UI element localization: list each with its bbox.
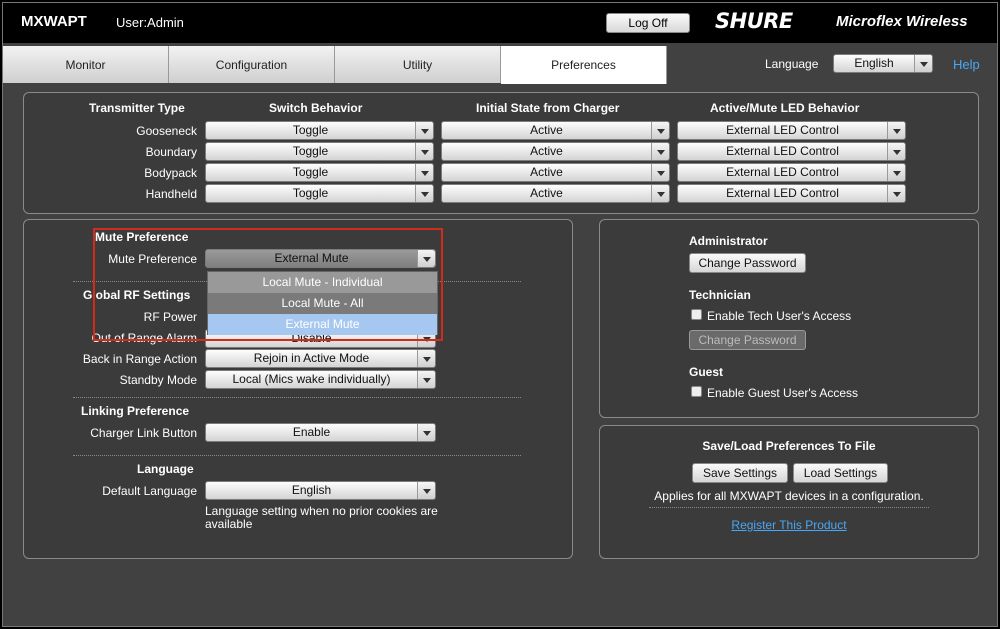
- enable-guest-label: Enable Guest User's Access: [707, 386, 859, 400]
- chevron-down-icon: [417, 350, 435, 367]
- guest-heading: Guest: [689, 365, 724, 379]
- divider: [73, 397, 521, 398]
- save-load-heading: Save/Load Preferences To File: [702, 439, 876, 453]
- chevron-down-icon: [887, 122, 905, 139]
- initial-state-select[interactable]: Active: [441, 184, 670, 203]
- language-heading: Language: [137, 462, 194, 476]
- enable-guest-checkbox[interactable]: [691, 386, 702, 397]
- chevron-down-icon: [914, 55, 932, 72]
- back-in-range-select[interactable]: Rejoin in Active Mode: [205, 349, 436, 368]
- select-value: Enable: [292, 425, 331, 439]
- initial-state-select[interactable]: Active: [441, 163, 670, 182]
- select-value: Toggle: [292, 144, 329, 158]
- chevron-down-icon: [887, 185, 905, 202]
- select-value: Active: [530, 144, 563, 158]
- col-header-initial-state: Initial State from Charger: [476, 101, 620, 115]
- led-behavior-select[interactable]: External LED Control: [677, 163, 906, 182]
- switch-behavior-select[interactable]: Toggle: [205, 184, 434, 203]
- standby-mode-select[interactable]: Local (Mics wake individually): [205, 370, 436, 389]
- chevron-down-icon: [651, 164, 669, 181]
- select-value: English: [291, 483, 332, 497]
- chevron-down-icon: [415, 164, 433, 181]
- tech-change-password-button[interactable]: Change Password: [689, 330, 806, 350]
- transmitter-type-label: Gooseneck: [136, 124, 197, 138]
- tab-configuration[interactable]: Configuration: [169, 46, 335, 83]
- chevron-down-icon: [651, 185, 669, 202]
- help-link[interactable]: Help: [953, 57, 980, 72]
- select-value: Active: [530, 123, 563, 137]
- save-settings-button[interactable]: Save Settings: [692, 463, 788, 483]
- technician-heading: Technician: [689, 288, 751, 302]
- language-select-value: English: [854, 56, 894, 70]
- transmitter-type-label: Handheld: [145, 187, 197, 201]
- user-label: User:Admin: [116, 15, 184, 30]
- default-language-label: Default Language: [102, 484, 197, 498]
- app-window: MXWAPT User:Admin Log Off SHURE Microfle…: [2, 2, 998, 627]
- chevron-down-icon: [415, 143, 433, 160]
- initial-state-select[interactable]: Active: [441, 121, 670, 140]
- divider: [649, 507, 929, 508]
- admin-change-password-button[interactable]: Change Password: [689, 253, 806, 273]
- chevron-down-icon: [417, 424, 435, 441]
- select-value: External LED Control: [726, 144, 839, 158]
- top-header-bar: MXWAPT User:Admin Log Off SHURE Microfle…: [3, 3, 997, 43]
- chevron-down-icon: [887, 143, 905, 160]
- led-behavior-select[interactable]: External LED Control: [677, 121, 906, 140]
- switch-behavior-select[interactable]: Toggle: [205, 163, 434, 182]
- select-value: External LED Control: [726, 186, 839, 200]
- select-value: Rejoin in Active Mode: [253, 351, 370, 365]
- enable-tech-label: Enable Tech User's Access: [707, 309, 852, 323]
- switch-behavior-select[interactable]: Toggle: [205, 121, 434, 140]
- language-note: Language setting when no prior cookies a…: [205, 504, 438, 531]
- default-language-select[interactable]: English: [205, 481, 436, 500]
- select-value: Local (Mics wake individually): [232, 372, 391, 386]
- tab-monitor[interactable]: Monitor: [3, 46, 169, 83]
- divider: [73, 455, 521, 456]
- chevron-down-icon: [415, 122, 433, 139]
- chevron-down-icon: [651, 143, 669, 160]
- select-value: External LED Control: [726, 123, 839, 137]
- col-header-switch-behavior: Switch Behavior: [269, 101, 363, 115]
- select-value: External LED Control: [726, 165, 839, 179]
- device-name: MXWAPT: [21, 13, 87, 30]
- language-select[interactable]: English: [833, 54, 933, 73]
- transmitter-type-label: Boundary: [145, 145, 197, 159]
- led-behavior-select[interactable]: External LED Control: [677, 184, 906, 203]
- chevron-down-icon: [887, 164, 905, 181]
- initial-state-select[interactable]: Active: [441, 142, 670, 161]
- select-value: Active: [530, 186, 563, 200]
- language-label: Language: [765, 57, 819, 71]
- highlight-box: [93, 228, 443, 341]
- transmitter-type-label: Bodypack: [144, 166, 197, 180]
- save-load-note: Applies for all MXWAPT devices in a conf…: [654, 489, 924, 503]
- administrator-heading: Administrator: [689, 234, 768, 248]
- led-behavior-select[interactable]: External LED Control: [677, 142, 906, 161]
- select-value: Active: [530, 165, 563, 179]
- shure-logo: SHURE: [715, 9, 793, 33]
- register-product-link[interactable]: Register This Product: [599, 518, 979, 532]
- main-tabs: Monitor Configuration Utility Preference…: [3, 46, 667, 84]
- chevron-down-icon: [415, 185, 433, 202]
- col-header-transmitter-type: Transmitter Type: [89, 101, 185, 115]
- standby-mode-label: Standby Mode: [119, 373, 197, 387]
- enable-tech-checkbox[interactable]: [691, 309, 702, 320]
- charger-link-label: Charger Link Button: [90, 426, 197, 440]
- select-value: Toggle: [292, 186, 329, 200]
- log-off-button[interactable]: Log Off: [606, 13, 690, 33]
- select-value: Toggle: [292, 165, 329, 179]
- tab-preferences[interactable]: Preferences: [501, 46, 667, 84]
- chevron-down-icon: [417, 371, 435, 388]
- select-value: Toggle: [292, 123, 329, 137]
- col-header-led-behavior: Active/Mute LED Behavior: [710, 101, 860, 115]
- back-in-range-label: Back in Range Action: [82, 352, 197, 366]
- load-settings-button[interactable]: Load Settings: [793, 463, 888, 483]
- chevron-down-icon: [417, 482, 435, 499]
- tab-utility[interactable]: Utility: [335, 46, 501, 83]
- switch-behavior-select[interactable]: Toggle: [205, 142, 434, 161]
- linking-preference-heading: Linking Preference: [81, 404, 190, 418]
- product-logo: Microflex Wireless: [836, 13, 968, 30]
- chevron-down-icon: [651, 122, 669, 139]
- charger-link-select[interactable]: Enable: [205, 423, 436, 442]
